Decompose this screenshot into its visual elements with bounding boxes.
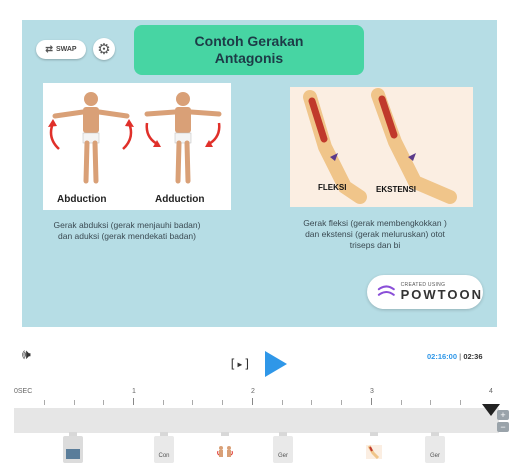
ekstensi-caption: EKSTENSI [376,185,417,194]
thumbnail-hook [370,432,378,436]
thumbnail-label: Ger [277,453,288,459]
ruler-tick [282,400,283,405]
ruler-tick [192,400,193,405]
ruler-label-3: 3 [370,388,374,395]
adduction-caption: Adduction [155,194,205,205]
zoom-controls: + − [497,410,511,432]
abduction-adduction-image: Abduction Adduction [43,83,231,210]
volume-icon[interactable]: 🕪 [22,346,31,363]
human-figures-illustration [48,92,222,184]
settings-button[interactable]: ⚙ [93,38,115,60]
time-separator: | [459,352,462,361]
ruler-tick [74,400,75,405]
scene-preview-icon [66,449,80,459]
ruler-tick [133,398,134,405]
ruler-tick [430,400,431,405]
ruler-tick [222,400,223,405]
ruler-tick [460,400,461,405]
zoom-in-icon[interactable]: + [497,410,509,420]
slide-title-line-2: Antagonis [214,50,284,66]
scene-thumbnail[interactable]: Con [154,432,174,463]
abduction-caption: Abduction [57,194,107,205]
thumbnail-hook [279,432,287,436]
timeline-ruler[interactable]: 0SEC 1 2 3 4 [14,388,513,408]
ruler-label-2: 2 [251,388,255,395]
slide-title-line-1: Contoh Gerakan [194,33,304,49]
figures-preview-icon [217,446,233,457]
thumbnail-hook [431,432,439,436]
powtoon-brand: POWTOON [400,287,483,302]
scene-thumbnail[interactable] [364,432,384,463]
thumbnail-hook [160,432,168,436]
slide-title: Contoh Gerakan Antagonis [134,25,364,75]
gear-icon: ⚙ [97,41,111,58]
current-time: 02:16:00 [427,352,458,361]
step-forward-button[interactable]: [▸] [229,357,251,371]
flexion-extension-image: FLEKSI EKSTENSI [290,87,473,207]
scene-thumbnail[interactable]: Ger [425,432,445,463]
ruler-tick [163,400,164,405]
thumbnail-hook [69,432,77,436]
fleksi-caption: FLEKSI [318,183,347,192]
ruler-tick [252,398,253,405]
scene-thumbnail[interactable] [215,432,235,463]
ruler-tick [311,400,312,405]
ruler-tick [401,400,402,405]
total-time: 02:36 [463,352,483,361]
swap-label: SWAP [55,46,77,53]
ruler-tick [341,400,342,405]
ruler-label-4: 4 [489,388,493,395]
powtoon-logo-icon [377,285,395,296]
limb-preview-icon [366,445,382,459]
zoom-out-icon[interactable]: − [497,422,509,432]
abduction-description: Gerak abduksi (gerak menjauhi badan) dan… [53,220,201,241]
timeline-track[interactable] [14,408,499,433]
time-display: 02:16:00 | 02:36 [427,352,483,361]
thumbnail-label: Con [158,453,170,459]
thumbnail-label: Ger [429,453,440,459]
slide-canvas: ⇄ SWAP ⚙ Contoh Gerakan Antagonis Abduct… [22,20,497,327]
scene-thumbnail[interactable]: Ger [273,432,293,463]
play-icon[interactable] [265,351,287,377]
ruler-label-0: 0SEC [14,388,33,395]
flexion-description: Gerak fleksi (gerak membengkokkan ) dan … [303,218,447,250]
ruler-tick [103,400,104,405]
swap-icon: ⇄ [45,44,53,54]
ruler-label-1: 1 [132,388,136,395]
thumbnail-hook [221,432,229,436]
swap-button[interactable]: ⇄ SWAP [36,40,86,59]
scene-thumbnail[interactable] [63,432,83,463]
ruler-tick [44,400,45,405]
powtoon-watermark[interactable]: CREATED USING POWTOON [367,275,483,309]
ruler-tick [371,398,372,405]
